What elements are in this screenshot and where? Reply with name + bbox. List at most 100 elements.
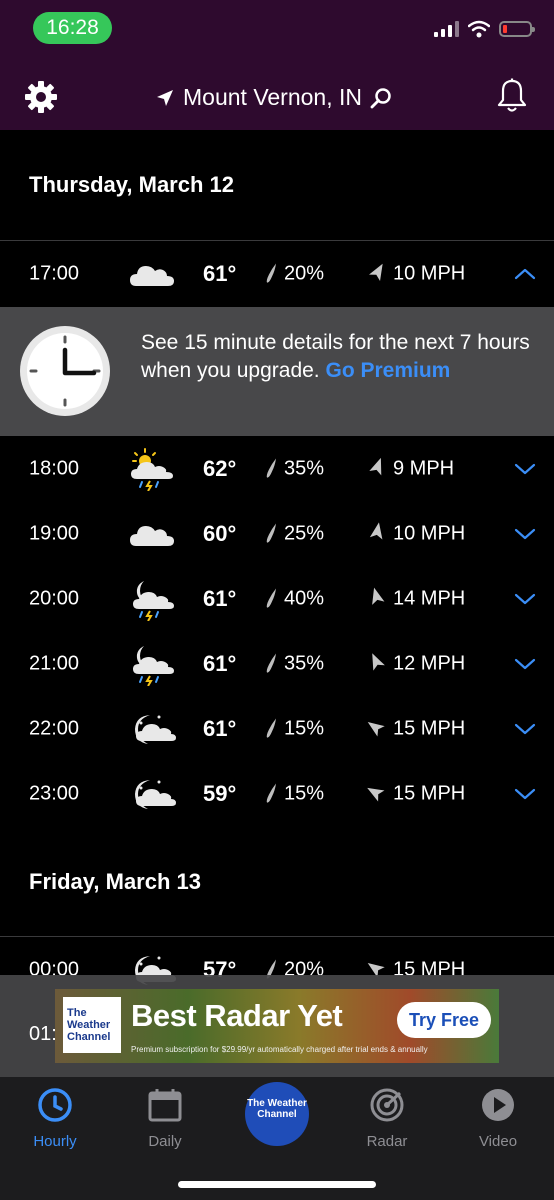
- precip-value: 40%: [284, 587, 325, 609]
- chevron-down-icon[interactable]: [514, 462, 536, 476]
- cloud-icon: [128, 252, 176, 296]
- clock-icon: [38, 1088, 72, 1122]
- chevron-down-icon[interactable]: [514, 592, 536, 606]
- hour-time: 20:00: [29, 587, 80, 609]
- night-thunderstorm-icon: [128, 577, 176, 621]
- hour-row[interactable]: 21:00 61° 35% 12 MPH: [0, 631, 554, 696]
- twc-logo-button[interactable]: The Weather Channel: [245, 1082, 309, 1146]
- wind-direction-icon: [363, 585, 390, 612]
- precip-value: 25%: [284, 522, 325, 544]
- tab-hourly[interactable]: Hourly: [5, 1087, 105, 1150]
- hour-temp: 59°: [203, 780, 237, 806]
- wind-direction-icon: [365, 261, 389, 285]
- precip-value: 20%: [284, 262, 325, 284]
- hour-time: 22:00: [29, 717, 80, 739]
- location-selector[interactable]: Mount Vernon, IN: [155, 84, 392, 111]
- precip-value: 15%: [284, 782, 325, 804]
- play-icon: [482, 1089, 514, 1121]
- chevron-down-icon[interactable]: [514, 722, 536, 736]
- precip-chance: 35%: [266, 652, 324, 675]
- battery-icon: [499, 21, 535, 37]
- location-name: Mount Vernon, IN: [183, 84, 362, 110]
- partly-cloudy-night-icon: [128, 707, 176, 751]
- upgrade-banner[interactable]: See 15 minute details for the next 7 hou…: [0, 307, 554, 436]
- hour-time: 01:: [29, 1023, 57, 1045]
- clock-icon: [20, 326, 110, 416]
- day-header: Friday, March 13: [29, 869, 201, 894]
- ad-title: Best Radar Yet: [131, 998, 343, 1033]
- chevron-down-icon[interactable]: [514, 657, 536, 671]
- hour-row[interactable]: 18:00 62° 35% 9 MPH: [0, 436, 554, 501]
- radar-icon: [370, 1088, 404, 1122]
- chevron-down-icon[interactable]: [514, 787, 536, 801]
- partly-cloudy-night-icon: [128, 772, 176, 816]
- wind-direction-icon: [364, 651, 390, 677]
- hour-temp: 61°: [203, 585, 237, 611]
- precip-chance: 40%: [266, 587, 324, 610]
- raindrop-icon: [266, 588, 278, 610]
- hour-row[interactable]: 22:00 61° 15% 15 MPH: [0, 696, 554, 761]
- precip-chance: 15%: [266, 782, 324, 805]
- hour-temp: 61°: [203, 650, 237, 676]
- app-header: 16:28 Mount Vernon, IN: [0, 0, 554, 130]
- raindrop-icon: [266, 783, 278, 805]
- raindrop-icon: [266, 458, 278, 480]
- chevron-down-icon[interactable]: [514, 527, 536, 541]
- night-thunderstorm-icon: [128, 642, 176, 686]
- tab-label: Hourly: [33, 1133, 77, 1150]
- wind-speed: 10 MPH: [367, 262, 465, 285]
- search-icon[interactable]: [370, 87, 392, 109]
- wind-value: 14 MPH: [393, 587, 466, 609]
- location-arrow-icon: [157, 89, 173, 106]
- ad-banner[interactable]: The Weather Channel Best Radar Yet Try F…: [55, 989, 499, 1063]
- ad-logo: The Weather Channel: [63, 997, 121, 1053]
- precip-chance: 25%: [266, 522, 324, 545]
- hour-temp: 60°: [203, 520, 237, 546]
- wind-direction-icon: [365, 781, 389, 805]
- raindrop-icon: [266, 718, 278, 740]
- raindrop-icon: [266, 523, 278, 545]
- hour-time: 21:00: [29, 652, 80, 674]
- hour-time: 18:00: [29, 457, 80, 479]
- hour-row[interactable]: 20:00 61° 40% 14 MPH: [0, 566, 554, 631]
- hour-row[interactable]: 19:00 60° 25% 10 MPH: [0, 501, 554, 566]
- try-free-button[interactable]: Try Free: [397, 1002, 491, 1038]
- status-icons: [434, 20, 535, 38]
- wind-value: 12 MPH: [393, 652, 466, 674]
- wind-speed: 10 MPH: [367, 522, 465, 545]
- status-time: 16:28: [33, 12, 112, 44]
- chevron-up-icon[interactable]: [514, 267, 536, 281]
- tab-daily[interactable]: Daily: [115, 1087, 215, 1150]
- hour-time: 17:00: [29, 262, 80, 284]
- wind-value: 9 MPH: [393, 457, 455, 479]
- tab-radar[interactable]: Radar: [337, 1087, 437, 1150]
- tab-video[interactable]: Video: [448, 1087, 548, 1150]
- cloud-icon: [128, 512, 176, 556]
- wind-speed: 9 MPH: [367, 457, 454, 480]
- raindrop-icon: [266, 653, 278, 675]
- wind-value: 10 MPH: [393, 262, 466, 284]
- wind-speed: 15 MPH: [367, 717, 465, 740]
- hour-temp: 61°: [203, 715, 237, 741]
- precip-value: 35%: [284, 457, 325, 479]
- raindrop-icon: [266, 263, 278, 285]
- wind-value: 15 MPH: [393, 717, 466, 739]
- settings-gear-icon[interactable]: [24, 80, 58, 114]
- tab-label: Video: [478, 1133, 518, 1150]
- hour-time: 19:00: [29, 522, 80, 544]
- hour-time: 23:00: [29, 782, 80, 804]
- wifi-icon: [468, 20, 490, 38]
- wind-speed: 12 MPH: [367, 652, 465, 675]
- notifications-bell-icon[interactable]: [497, 78, 527, 114]
- go-premium-link[interactable]: Go Premium: [325, 359, 450, 382]
- precip-chance: 15%: [266, 717, 324, 740]
- precip-value: 15%: [284, 717, 325, 739]
- wind-speed: 15 MPH: [367, 782, 465, 805]
- calendar-icon: [148, 1089, 182, 1122]
- hour-row[interactable]: 17:00 61° 20% 10 MPH: [0, 241, 554, 306]
- hour-row[interactable]: 23:00 59° 15% 15 MPH: [0, 761, 554, 826]
- precip-chance: 20%: [266, 262, 324, 285]
- hour-temp: 61°: [203, 260, 237, 286]
- tab-label: Radar: [366, 1133, 408, 1150]
- signal-icon: [434, 21, 459, 37]
